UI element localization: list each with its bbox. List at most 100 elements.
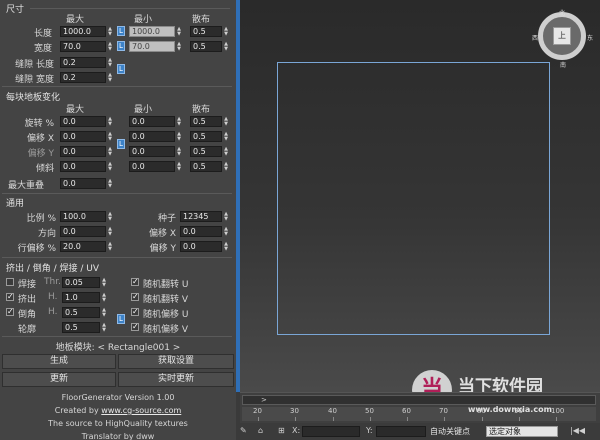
ruler-tick [333, 417, 334, 421]
get-settings-button[interactable]: 获取设置 [118, 354, 234, 369]
selection-set-dropdown[interactable]: 选定对象 [486, 426, 558, 437]
time-slider-arrow[interactable]: > [261, 396, 271, 404]
length-min-spinner[interactable]: 1000.0 ▲ ▼ [129, 26, 183, 37]
row-offset-spinner[interactable]: 20.0 ▲ ▼ [60, 241, 114, 252]
size-section-title: 尺寸 [6, 5, 25, 15]
offset-x-spread-spinner[interactable]: 0.5 ▲ ▼ [190, 131, 230, 142]
offset-y-max-spinner[interactable]: 0.0 ▲ ▼ [60, 146, 114, 157]
length-spread-spinner[interactable]: 0.5 ▲ ▼ [190, 26, 230, 37]
weld-spinner[interactable]: 0.05 ▲ ▼ [62, 277, 108, 288]
seam-lock-icon[interactable]: L [117, 64, 125, 74]
extrude-checkbox[interactable]: ✓ [6, 293, 14, 301]
bevel-spinner[interactable]: 0.5 ▲ ▼ [62, 307, 108, 318]
offset-y-label: 偏移 Y [27, 149, 54, 159]
bevel-lock-icon[interactable]: L [117, 314, 125, 324]
weld-checkbox[interactable] [6, 278, 14, 286]
tilt-min-spinner[interactable]: 0.0 ▲ ▼ [129, 161, 183, 172]
viewcube[interactable]: 上 [538, 12, 586, 60]
x-coord-input[interactable] [302, 426, 360, 437]
section-divider [2, 193, 232, 194]
extrude-label: 挤出 [18, 295, 37, 305]
general-offset-y-spinner[interactable]: 0.0 ▲ ▼ [180, 241, 230, 252]
ruler-tick-label: 60 [402, 407, 411, 415]
width-label: 宽度 [33, 44, 52, 54]
time-slider[interactable]: > [242, 395, 596, 405]
width-lock-icon[interactable]: L [117, 41, 125, 51]
seam-width-spinner[interactable]: 0.2 ▲ ▼ [60, 72, 114, 83]
variation-section-title: 每块地板变化 [6, 93, 61, 103]
col-header-max: 最大 [66, 105, 85, 115]
offset-x-min-spinner[interactable]: 0.0 ▲ ▼ [129, 131, 183, 142]
ruler-tick-label: 100 [551, 407, 565, 415]
translator-text: Translator by dww [81, 432, 155, 440]
seam-length-spinner[interactable]: 0.2 ▲ ▼ [60, 57, 114, 68]
source-text: The source to HighQuality textures [48, 419, 188, 428]
contour-spinner[interactable]: 0.5 ▲ ▼ [62, 322, 108, 333]
tilt-spread-spinner[interactable]: 0.5 ▲ ▼ [190, 161, 230, 172]
rotation-min-spinner[interactable]: 0.0 ▲ ▼ [129, 116, 183, 127]
random-offset-v-checkbox[interactable]: ✓ [131, 323, 139, 331]
realtime-update-button[interactable]: 实时更新 [118, 372, 234, 387]
ruler-tick [407, 417, 408, 421]
author-link[interactable]: www.cg-source.com [101, 406, 181, 415]
random-flip-u-label: 随机翻转 U [143, 280, 189, 290]
max-overlap-spinner[interactable]: 0.0 ▲ ▼ [60, 178, 114, 189]
general-offset-x-spinner[interactable]: 0.0 ▲ ▼ [180, 226, 230, 237]
length-max-spinner[interactable]: 1000.0 ▲ ▼ [60, 26, 114, 37]
rotation-spread-spinner[interactable]: 0.5 ▲ ▼ [190, 116, 230, 127]
seed-label: 种子 [157, 214, 176, 224]
width-min-spinner[interactable]: 70.0 ▲ ▼ [129, 41, 183, 52]
created-by-prefix: Created by [54, 406, 99, 415]
created-by-text: Created by www.cg-source.com [0, 406, 236, 415]
lock-selection-icon[interactable]: ⌂ [258, 426, 263, 435]
transform-mode-icon[interactable]: ⊞ [278, 426, 285, 435]
offset-x-max-spinner[interactable]: 0.0 ▲ ▼ [60, 131, 114, 142]
random-offset-u-checkbox[interactable]: ✓ [131, 308, 139, 316]
random-flip-v-label: 随机翻转 V [143, 295, 189, 305]
go-to-start-icon[interactable]: |◀◀ [570, 426, 585, 435]
status-bar: ✎ ⌂ ⊞ X: Y: 自动关键点 选定对象 |◀◀ [240, 423, 600, 440]
extrude-spinner[interactable]: 1.0 ▲ ▼ [62, 292, 108, 303]
update-button[interactable]: 更新 [2, 372, 116, 387]
bevel-section-title: 挤出 / 倒角 / 焊接 / UV [6, 264, 100, 274]
scale-spinner[interactable]: 100.0 ▲ ▼ [60, 211, 114, 222]
offset-y-spread-spinner[interactable]: 0.5 ▲ ▼ [190, 146, 230, 157]
ruler-tick [370, 417, 371, 421]
watermark-url: www.downxia.com [468, 405, 552, 414]
col-header-max: 最大 [66, 15, 85, 25]
col-header-min: 最小 [134, 15, 153, 25]
row-offset-label: 行偏移 % [17, 244, 56, 254]
generate-button[interactable]: 生成 [2, 354, 116, 369]
width-max-spinner[interactable]: 70.0 ▲ ▼ [60, 41, 114, 52]
rotation-max-spinner[interactable]: 0.0 ▲ ▼ [60, 116, 114, 127]
floor-rectangle-object[interactable] [277, 62, 550, 335]
offset-lock-icon[interactable]: L [117, 139, 125, 149]
ruler-tick [295, 417, 296, 421]
viewcube-top-face[interactable]: 上 [553, 27, 571, 45]
offset-x-label: 偏移 X [26, 134, 54, 144]
random-offset-v-label: 随机偏移 V [143, 325, 189, 335]
max-overlap-label: 最大重叠 [8, 181, 45, 191]
general-section-title: 通用 [6, 199, 25, 209]
viewcube-north-label: 北 [559, 10, 566, 17]
width-spread-spinner[interactable]: 0.5 ▲ ▼ [190, 41, 230, 52]
auto-key-label[interactable]: 自动关键点 [430, 426, 470, 437]
seed-spinner[interactable]: 12345 ▲ ▼ [180, 211, 230, 222]
top-viewport[interactable]: 上 北 南 东 西 当 当下软件园 [240, 0, 600, 410]
bevel-checkbox[interactable]: ✓ [6, 308, 14, 316]
random-flip-v-checkbox[interactable]: ✓ [131, 293, 139, 301]
tilt-max-spinner[interactable]: 0.0 ▲ ▼ [60, 161, 114, 172]
general-offset-y-label: 偏移 Y [149, 244, 176, 254]
section-divider [2, 86, 232, 87]
version-text: FloorGenerator Version 1.00 [61, 393, 175, 402]
direction-spinner[interactable]: 0.0 ▲ ▼ [60, 226, 114, 237]
floor-module-picker[interactable]: 地板模块: < Rectangle001 > [0, 340, 236, 353]
section-divider [2, 257, 232, 258]
y-coord-input[interactable] [376, 426, 426, 437]
pin-icon[interactable]: ✎ [240, 426, 247, 435]
length-lock-icon[interactable]: L [117, 26, 125, 36]
x-coord-label: X: [292, 426, 301, 435]
extrude-height-label: H. [48, 292, 58, 302]
random-flip-u-checkbox[interactable]: ✓ [131, 278, 139, 286]
offset-y-min-spinner[interactable]: 0.0 ▲ ▼ [129, 146, 183, 157]
